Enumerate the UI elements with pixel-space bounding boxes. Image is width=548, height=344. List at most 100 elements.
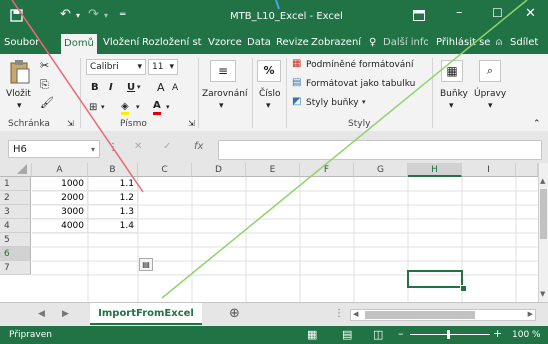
add-sheet-icon[interactable]: ⊕ — [229, 306, 240, 321]
cells-dropdown-icon[interactable]: ▾ — [449, 101, 454, 111]
horizontal-scroll-thumb[interactable] — [365, 311, 475, 319]
conditional-formatting-button[interactable]: Podmíněné formátování — [306, 60, 414, 70]
font-color-dropdown-icon[interactable]: ▾ — [166, 103, 170, 111]
zoom-slider[interactable] — [410, 334, 490, 335]
active-cell-h6[interactable] — [407, 270, 463, 288]
share-button[interactable]: Sdílet — [510, 37, 538, 48]
next-sheet-icon[interactable]: ▶ — [62, 309, 69, 319]
tab-file[interactable]: Soubor — [4, 37, 39, 48]
cell-a1[interactable]: 1000 — [32, 177, 88, 191]
editing-dropdown-icon[interactable]: ▾ — [488, 101, 493, 111]
format-as-table-button[interactable]: Formátovat jako tabulku — [306, 79, 424, 89]
page-layout-view-icon[interactable]: ▤ — [342, 328, 352, 341]
cell-b4[interactable]: 1.4 — [88, 219, 138, 233]
tab-tell-me[interactable]: Další info — [383, 37, 428, 48]
alignment-button[interactable]: Zarovnání — [202, 89, 247, 99]
paste-button[interactable]: Vložit — [6, 89, 31, 99]
paste-dropdown-icon[interactable]: ▾ — [17, 101, 22, 111]
scroll-right-icon[interactable]: ▶ — [528, 310, 533, 318]
as-table-icon[interactable]: ▤ — [292, 77, 301, 88]
column-header-g[interactable]: G — [354, 163, 408, 177]
signin-link[interactable]: Přihlásit se — [436, 37, 490, 48]
cell-a3[interactable]: 3000 — [32, 205, 88, 219]
italic-button[interactable]: I — [109, 82, 113, 93]
share-icon[interactable]: ⍝ — [496, 37, 502, 48]
row-header-4[interactable]: 4 — [0, 219, 31, 233]
font-size-dropdown[interactable]: 11 ▾ — [148, 59, 178, 75]
editing-icon[interactable]: ⌕ — [479, 60, 501, 82]
cell-styles-dropdown-icon[interactable]: ▾ — [362, 98, 366, 106]
formula-input[interactable] — [218, 140, 542, 160]
tab-split-icon[interactable]: ⋮ — [334, 308, 344, 319]
undo-icon[interactable]: ↶ — [60, 7, 71, 22]
undo-dropdown-icon[interactable]: ▾ — [76, 11, 80, 20]
tab-review[interactable]: Revize — [276, 37, 309, 48]
fill-color-icon[interactable]: ◈ — [121, 101, 129, 115]
bold-button[interactable]: B — [91, 82, 99, 93]
page-break-view-icon[interactable]: ◫ — [373, 328, 383, 341]
borders-icon[interactable]: ⊞ — [89, 102, 97, 113]
tab-formulas[interactable]: Vzorce — [208, 37, 242, 48]
conditional-formatting-icon[interactable]: ▦ — [292, 58, 301, 69]
vertical-scrollbar[interactable]: ▲ ▼ — [538, 163, 548, 302]
redo-dropdown-icon[interactable]: ▾ — [104, 11, 108, 20]
more-icon[interactable]: ⋮ — [108, 142, 118, 153]
cell-b1[interactable]: 1.1 — [88, 177, 138, 191]
column-header-i[interactable]: I — [462, 163, 516, 177]
editing-button[interactable]: Úpravy — [474, 89, 506, 99]
insert-function-button[interactable]: fx — [194, 141, 203, 152]
scroll-down-icon[interactable]: ▼ — [540, 290, 545, 298]
paste-options-icon[interactable]: ▤ — [139, 258, 153, 271]
tab-data[interactable]: Data — [247, 37, 271, 48]
cell-a4[interactable]: 4000 — [32, 219, 88, 233]
ribbon-display-options-icon[interactable] — [413, 10, 425, 21]
underline-button[interactable]: U — [127, 82, 135, 93]
font-color-button[interactable]: A — [153, 100, 161, 115]
row-header-6[interactable]: 6 — [0, 247, 31, 261]
cell-a2[interactable]: 2000 — [32, 191, 88, 205]
row-header-5[interactable]: 5 — [0, 233, 31, 247]
lightbulb-icon[interactable]: ♀ — [369, 37, 376, 48]
prev-sheet-icon[interactable]: ◀ — [38, 309, 45, 319]
cells-icon[interactable]: ▦ — [441, 60, 463, 82]
decrease-font-button[interactable]: A — [172, 83, 178, 93]
row-header-3[interactable]: 3 — [0, 205, 31, 219]
font-launcher-icon[interactable]: ⇲ — [188, 119, 195, 128]
tab-insert[interactable]: Vložení — [103, 37, 139, 48]
number-dropdown-icon[interactable]: ▾ — [266, 101, 271, 111]
alignment-dropdown-icon[interactable]: ▾ — [219, 101, 224, 111]
fill-handle[interactable] — [460, 285, 467, 292]
zoom-in-icon[interactable]: + — [493, 327, 502, 340]
normal-view-icon[interactable]: ▦ — [307, 328, 317, 341]
maximize-button[interactable]: ☐ — [492, 6, 503, 20]
cancel-entry-icon[interactable]: ✕ — [134, 141, 142, 152]
increase-font-button[interactable]: A — [157, 81, 165, 94]
save-icon[interactable] — [10, 9, 23, 22]
column-header-f[interactable]: F — [300, 163, 354, 177]
cell-styles-button[interactable]: Styly buňky — [306, 98, 359, 108]
tab-page-layout[interactable]: Rozložení strá — [142, 37, 202, 48]
worksheet-grid[interactable]: A B C D E F G H I 1 2 3 4 5 6 7 1000 1.1… — [0, 163, 548, 302]
row-header-7[interactable]: 7 — [0, 261, 31, 275]
underline-dropdown-icon[interactable]: ▾ — [137, 83, 141, 91]
close-button[interactable]: ✕ — [525, 6, 536, 21]
column-header-a[interactable]: A — [32, 163, 88, 177]
horizontal-scrollbar[interactable]: ◀ ▶ — [350, 309, 536, 321]
column-header-d[interactable]: D — [192, 163, 246, 177]
cells-button[interactable]: Buňky — [440, 89, 468, 99]
cell-b3[interactable]: 1.3 — [88, 205, 138, 219]
fill-color-dropdown-icon[interactable]: ▾ — [136, 103, 140, 111]
name-box[interactable]: H6 ▾ — [8, 140, 100, 158]
zoom-out-icon[interactable]: – — [398, 327, 404, 340]
select-all-corner[interactable] — [0, 163, 32, 177]
format-painter-icon[interactable]: 🖌 — [40, 96, 54, 109]
cell-styles-icon[interactable]: ◩ — [292, 96, 301, 107]
zoom-slider-thumb[interactable] — [447, 330, 450, 339]
scroll-up-icon[interactable]: ▲ — [540, 177, 545, 185]
scroll-left-icon[interactable]: ◀ — [353, 310, 358, 318]
tab-view[interactable]: Zobrazení — [311, 37, 361, 48]
vertical-scroll-thumb[interactable] — [540, 189, 547, 239]
collapse-ribbon-icon[interactable]: ⌃ — [533, 119, 541, 129]
number-format-icon[interactable]: % — [257, 60, 281, 82]
font-name-dropdown[interactable]: Calibri ▾ — [86, 59, 146, 75]
